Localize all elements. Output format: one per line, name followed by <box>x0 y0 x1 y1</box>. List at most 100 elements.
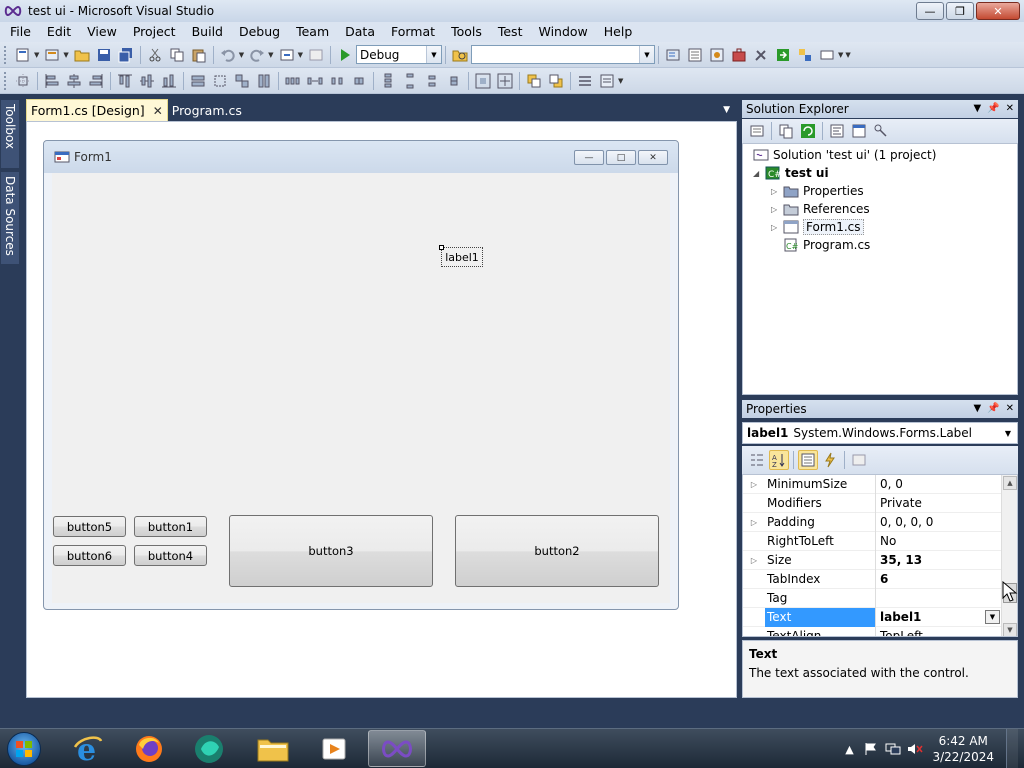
chevron-down-icon[interactable]: ▼ <box>298 51 303 59</box>
send-to-back-icon[interactable] <box>546 71 566 91</box>
new-project-icon[interactable] <box>13 45 33 65</box>
property-row-size[interactable]: ▷ Size 35, 13 <box>743 550 1002 570</box>
window-position-icon[interactable]: ▼ <box>973 400 981 418</box>
property-row-padding[interactable]: ▷ Padding 0, 0, 0, 0 <box>743 512 1002 532</box>
tools-icon[interactable] <box>751 45 771 65</box>
property-row-modifiers[interactable]: Modifiers Private <box>743 493 1002 513</box>
property-pages-icon[interactable] <box>849 450 869 470</box>
property-row-text[interactable]: Text label1 ▼ <box>743 607 1002 627</box>
solution-configuration-dropdown[interactable]: Debug ▼ <box>355 45 442 64</box>
make-same-height-icon[interactable] <box>254 71 274 91</box>
close-button[interactable]: ✕ <box>976 2 1020 20</box>
close-tab-icon[interactable]: ✕ <box>153 104 163 118</box>
horizontal-spacing-equal-icon[interactable] <box>283 71 303 91</box>
property-value[interactable]: 35, 13 <box>876 551 1002 570</box>
center-vertically-icon[interactable] <box>495 71 515 91</box>
taskbar-visual-studio[interactable] <box>368 730 426 767</box>
property-value[interactable]: Private <box>876 494 1002 513</box>
make-same-size-icon[interactable] <box>232 71 252 91</box>
tree-item-properties[interactable]: ▷ Properties <box>771 182 864 200</box>
pin-icon[interactable]: 📌 <box>987 400 999 418</box>
tab-program-cs[interactable]: Program.cs <box>168 99 246 121</box>
chevron-down-icon[interactable]: ▼ <box>239 51 244 59</box>
menu-debug[interactable]: Debug <box>231 22 288 42</box>
button5-control[interactable]: button5 <box>53 516 126 537</box>
form1-window[interactable]: Form1 — □ ✕ label1 button5 button1 butto… <box>43 140 679 610</box>
tree-item-program[interactable]: C# Program.cs <box>783 236 870 254</box>
expand-icon[interactable]: ▷ <box>771 187 783 196</box>
align-middles-icon[interactable] <box>137 71 157 91</box>
toolbox-icon[interactable] <box>729 45 749 65</box>
property-row-righttoleft[interactable]: RightToLeft No <box>743 531 1002 551</box>
solution-explorer-icon[interactable] <box>663 45 683 65</box>
restore-button[interactable]: ❐ <box>946 2 974 20</box>
menu-build[interactable]: Build <box>184 22 231 42</box>
property-grid-scrollbar[interactable]: ▲ ▼ <box>1001 475 1017 636</box>
view-class-diagram-icon[interactable] <box>871 121 891 141</box>
button4-control[interactable]: button4 <box>134 545 207 566</box>
toolbox-tab[interactable]: Toolbox <box>1 100 19 168</box>
center-horizontally-icon[interactable] <box>473 71 493 91</box>
property-row-textalign[interactable]: TextAlign TopLeft <box>743 626 1002 636</box>
form-maximize-button[interactable]: □ <box>606 150 636 165</box>
save-all-icon[interactable] <box>116 45 136 65</box>
chevron-down-icon[interactable]: ▼ <box>34 51 39 59</box>
categorized-icon[interactable] <box>747 450 767 470</box>
object-browser-icon[interactable] <box>707 45 727 65</box>
menu-edit[interactable]: Edit <box>39 22 79 42</box>
property-value[interactable]: 0, 0, 0, 0 <box>876 513 1002 532</box>
redo-icon[interactable] <box>247 45 267 65</box>
start-debugging-icon[interactable] <box>335 45 355 65</box>
chevron-down-icon[interactable]: ▼ <box>268 51 273 59</box>
menu-view[interactable]: View <box>79 22 125 42</box>
navigate-backward-icon[interactable] <box>277 45 297 65</box>
toolbar-grip[interactable] <box>4 71 8 90</box>
horizontal-spacing-decrease-icon[interactable] <box>327 71 347 91</box>
align-tops-icon[interactable] <box>115 71 135 91</box>
action-center-flag-icon[interactable] <box>863 741 879 757</box>
menu-file[interactable]: File <box>2 22 39 42</box>
show-all-files-icon[interactable] <box>776 121 796 141</box>
tab-form1-design[interactable]: Form1.cs [Design] ✕ <box>26 99 168 121</box>
menu-help[interactable]: Help <box>596 22 641 42</box>
undo-icon[interactable] <box>218 45 238 65</box>
property-row-minimumsize[interactable]: ▷ MinimumSize 0, 0 <box>743 475 1002 494</box>
align-rights-icon[interactable] <box>86 71 106 91</box>
taskbar-internet-explorer[interactable]: e <box>60 730 118 767</box>
button1-control[interactable]: button1 <box>134 516 207 537</box>
command-window-icon[interactable] <box>817 45 837 65</box>
show-hidden-icons-icon[interactable]: ▲ <box>841 741 857 757</box>
view-designer-icon[interactable] <box>849 121 869 141</box>
close-icon[interactable]: ✕ <box>1006 400 1014 418</box>
vertical-spacing-equal-icon[interactable] <box>378 71 398 91</box>
find-combo[interactable]: ▼ <box>470 45 655 64</box>
bring-to-front-icon[interactable] <box>524 71 544 91</box>
start-button[interactable] <box>2 730 46 768</box>
property-value[interactable]: 0, 0 <box>876 475 1002 494</box>
navigate-forward-icon[interactable] <box>306 45 326 65</box>
label1-control[interactable]: label1 <box>439 245 483 267</box>
clock[interactable]: 6:42 AM 3/22/2024 <box>932 733 994 765</box>
window-position-icon[interactable]: ▼ <box>973 100 981 118</box>
menu-format[interactable]: Format <box>383 22 443 42</box>
property-value[interactable]: No <box>876 532 1002 551</box>
vertical-spacing-increase-icon[interactable] <box>400 71 420 91</box>
size-to-grid-icon[interactable] <box>210 71 230 91</box>
form1-title-bar[interactable]: Form1 — □ ✕ <box>44 141 678 173</box>
volume-muted-icon[interactable] <box>907 741 924 757</box>
chevron-down-icon[interactable]: ▼ <box>985 610 1000 624</box>
selection-handle[interactable] <box>439 245 444 250</box>
chevron-down-icon[interactable]: ▼ <box>838 51 843 59</box>
copy-icon[interactable] <box>167 45 187 65</box>
menu-test[interactable]: Test <box>490 22 531 42</box>
property-value[interactable]: 6 <box>876 570 1002 589</box>
open-folder-icon[interactable] <box>72 45 92 65</box>
cut-icon[interactable] <box>145 45 165 65</box>
form-close-button[interactable]: ✕ <box>638 150 668 165</box>
button2-control[interactable]: button2 <box>455 515 659 587</box>
property-row-tag[interactable]: Tag <box>743 588 1002 608</box>
designer-surface[interactable]: Form1 — □ ✕ label1 button5 button1 butto… <box>26 121 737 698</box>
collapse-icon[interactable]: ◢ <box>753 169 765 178</box>
expand-icon[interactable]: ▷ <box>771 205 783 214</box>
menu-project[interactable]: Project <box>125 22 184 42</box>
